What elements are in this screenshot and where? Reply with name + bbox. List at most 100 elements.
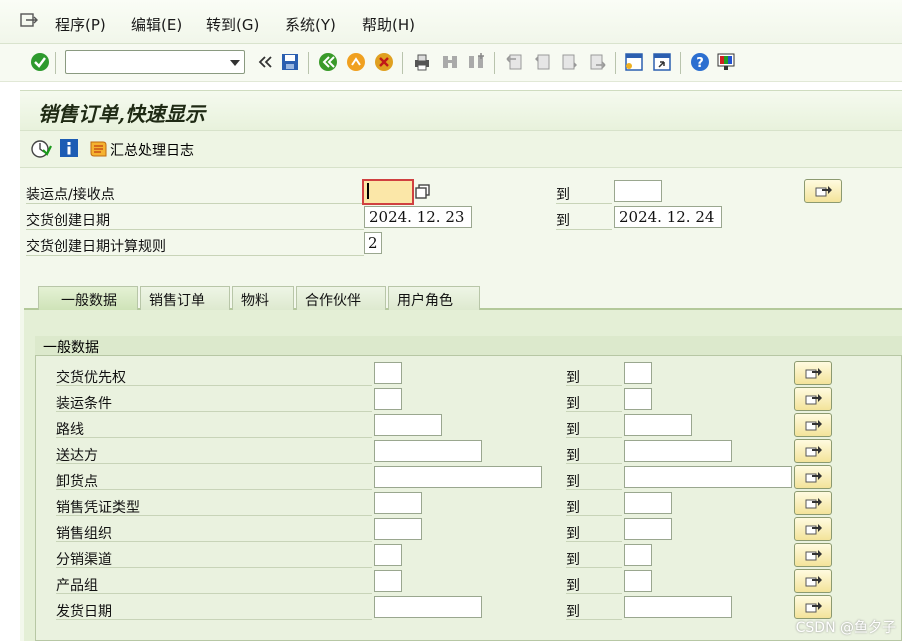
distribution-channel-multiple-selection-button[interactable] (794, 543, 832, 567)
sales-doc-type-from-input[interactable] (374, 492, 422, 514)
save-icon[interactable] (280, 52, 300, 72)
chevron-down-icon[interactable] (230, 60, 240, 66)
sales-org-multiple-selection-button[interactable] (794, 517, 832, 541)
shipping-condition-from-input[interactable] (374, 388, 402, 410)
help-icon[interactable]: ? (690, 52, 710, 72)
sales-doc-type-to-input[interactable] (624, 492, 672, 514)
distribution-channel-from-input[interactable] (374, 544, 402, 566)
log-button-label: 汇总处理日志 (110, 143, 194, 159)
print-icon[interactable] (412, 52, 432, 72)
route-to-label: 到 (566, 416, 622, 438)
shipping-condition-to-input[interactable] (624, 388, 652, 410)
tab-user-role-label: 用户角色 (397, 293, 453, 309)
info-icon[interactable] (60, 139, 78, 157)
menu-edit[interactable]: 编辑(E) (131, 14, 182, 35)
tab-partner[interactable]: 合作伙伴 (296, 286, 386, 310)
sales-doc-type-label: 销售凭证类型 (56, 494, 372, 516)
delivery-date-to-value: 2024. 12. 24 (619, 208, 715, 226)
exit-icon[interactable] (346, 52, 366, 72)
menu-help[interactable]: 帮助(H) (362, 14, 415, 35)
menu-bar: 程序(P) 编辑(E) 转到(G) 系统(Y) 帮助(H) (0, 0, 902, 44)
goods-issue-date-multiple-selection-button[interactable] (794, 595, 832, 619)
find-icon[interactable] (440, 52, 460, 72)
multiple-selection-button[interactable] (804, 179, 842, 203)
date-rule-input[interactable]: 2 (364, 232, 382, 254)
division-multiple-selection-button[interactable] (794, 569, 832, 593)
division-to-input[interactable] (624, 570, 652, 592)
find-next-icon[interactable] (466, 52, 486, 72)
previous-page-icon[interactable] (532, 52, 552, 72)
goods-issue-date-to-input[interactable] (624, 596, 732, 618)
date-rule-value: 2 (368, 234, 378, 252)
ship-to-party-multiple-selection-button[interactable] (794, 439, 832, 463)
toolbar-separator (55, 52, 56, 74)
delivery-priority-to-input[interactable] (624, 362, 652, 384)
delivery-date-from-value: 2024. 12. 23 (369, 208, 465, 226)
watermark: CSDN @鱼夕子 (795, 620, 896, 636)
tab-material-label: 物料 (241, 293, 269, 309)
menu-goto[interactable]: 转到(G) (206, 14, 259, 35)
arrow-right-icon (805, 576, 822, 587)
menu-program[interactable]: 程序(P) (55, 14, 106, 35)
cancel-icon[interactable] (374, 52, 394, 72)
unloading-point-to-label: 到 (566, 468, 622, 490)
tab-material[interactable]: 物料 (232, 286, 294, 310)
unloading-point-label: 卸货点 (56, 468, 372, 490)
delivery-priority-multiple-selection-button[interactable] (794, 361, 832, 385)
back-icon[interactable] (318, 52, 338, 72)
svg-text:?: ? (696, 56, 704, 71)
unloading-point-from-input[interactable] (374, 466, 542, 488)
double-chevron-left-icon[interactable] (255, 52, 275, 72)
sales-org-from-input[interactable] (374, 518, 422, 540)
tab-general-data[interactable]: 一般数据 (38, 286, 138, 310)
next-page-icon[interactable] (560, 52, 580, 72)
route-to-input[interactable] (624, 414, 692, 436)
division-from-input[interactable] (374, 570, 402, 592)
toolbar-separator (494, 52, 495, 74)
first-page-icon[interactable] (504, 52, 524, 72)
sales-doc-type-multiple-selection-button[interactable] (794, 491, 832, 515)
distribution-channel-label: 分销渠道 (56, 546, 372, 568)
shipping-point-from-input[interactable] (362, 179, 414, 205)
shipping-point-to-input[interactable] (614, 180, 662, 202)
scroll-log-icon (90, 141, 107, 157)
delivery-date-from-input[interactable]: 2024. 12. 23 (364, 206, 472, 228)
tab-sales-order-label: 销售订单 (149, 293, 205, 309)
unloading-point-to-input[interactable] (624, 466, 792, 488)
create-session-icon[interactable] (624, 52, 644, 72)
toolbar-separator (402, 52, 403, 74)
unloading-point-multiple-selection-button[interactable] (794, 465, 832, 489)
tab-sales-order[interactable]: 销售订单 (140, 286, 230, 310)
enter-check-icon[interactable] (30, 52, 50, 72)
shipping-condition-multiple-selection-button[interactable] (794, 387, 832, 411)
delivery-priority-from-input[interactable] (374, 362, 402, 384)
tab-user-role[interactable]: 用户角色 (388, 286, 480, 310)
delivery-priority-to-label: 到 (566, 364, 622, 386)
delivery-date-to-input[interactable]: 2024. 12. 24 (614, 206, 722, 228)
menu-system[interactable]: 系统(Y) (285, 14, 336, 35)
division-label: 产品组 (56, 572, 372, 594)
goods-issue-date-from-input[interactable] (374, 596, 482, 618)
division-to-label: 到 (566, 572, 622, 594)
sales-org-to-input[interactable] (624, 518, 672, 540)
distribution-channel-to-input[interactable] (624, 544, 652, 566)
exit-menu-icon[interactable] (20, 12, 38, 28)
shortcut-icon[interactable] (652, 52, 672, 72)
arrow-right-icon (805, 446, 822, 457)
toolbar-separator (308, 52, 309, 74)
customize-layout-icon[interactable] (716, 52, 736, 72)
route-multiple-selection-button[interactable] (794, 413, 832, 437)
execute-icon[interactable] (30, 139, 52, 159)
arrow-right-icon (805, 550, 822, 561)
sales-doc-type-to-label: 到 (566, 494, 622, 516)
toolbar-separator (615, 52, 616, 74)
last-page-icon[interactable] (588, 52, 608, 72)
ship-to-party-label: 送达方 (56, 442, 372, 464)
group-title: 一般数据 (35, 336, 902, 356)
multiple-selection-icon[interactable] (414, 183, 432, 201)
ship-to-party-from-input[interactable] (374, 440, 482, 462)
command-field[interactable] (65, 50, 245, 74)
route-from-input[interactable] (374, 414, 442, 436)
ship-to-party-to-input[interactable] (624, 440, 732, 462)
sales-org-to-label: 到 (566, 520, 622, 542)
